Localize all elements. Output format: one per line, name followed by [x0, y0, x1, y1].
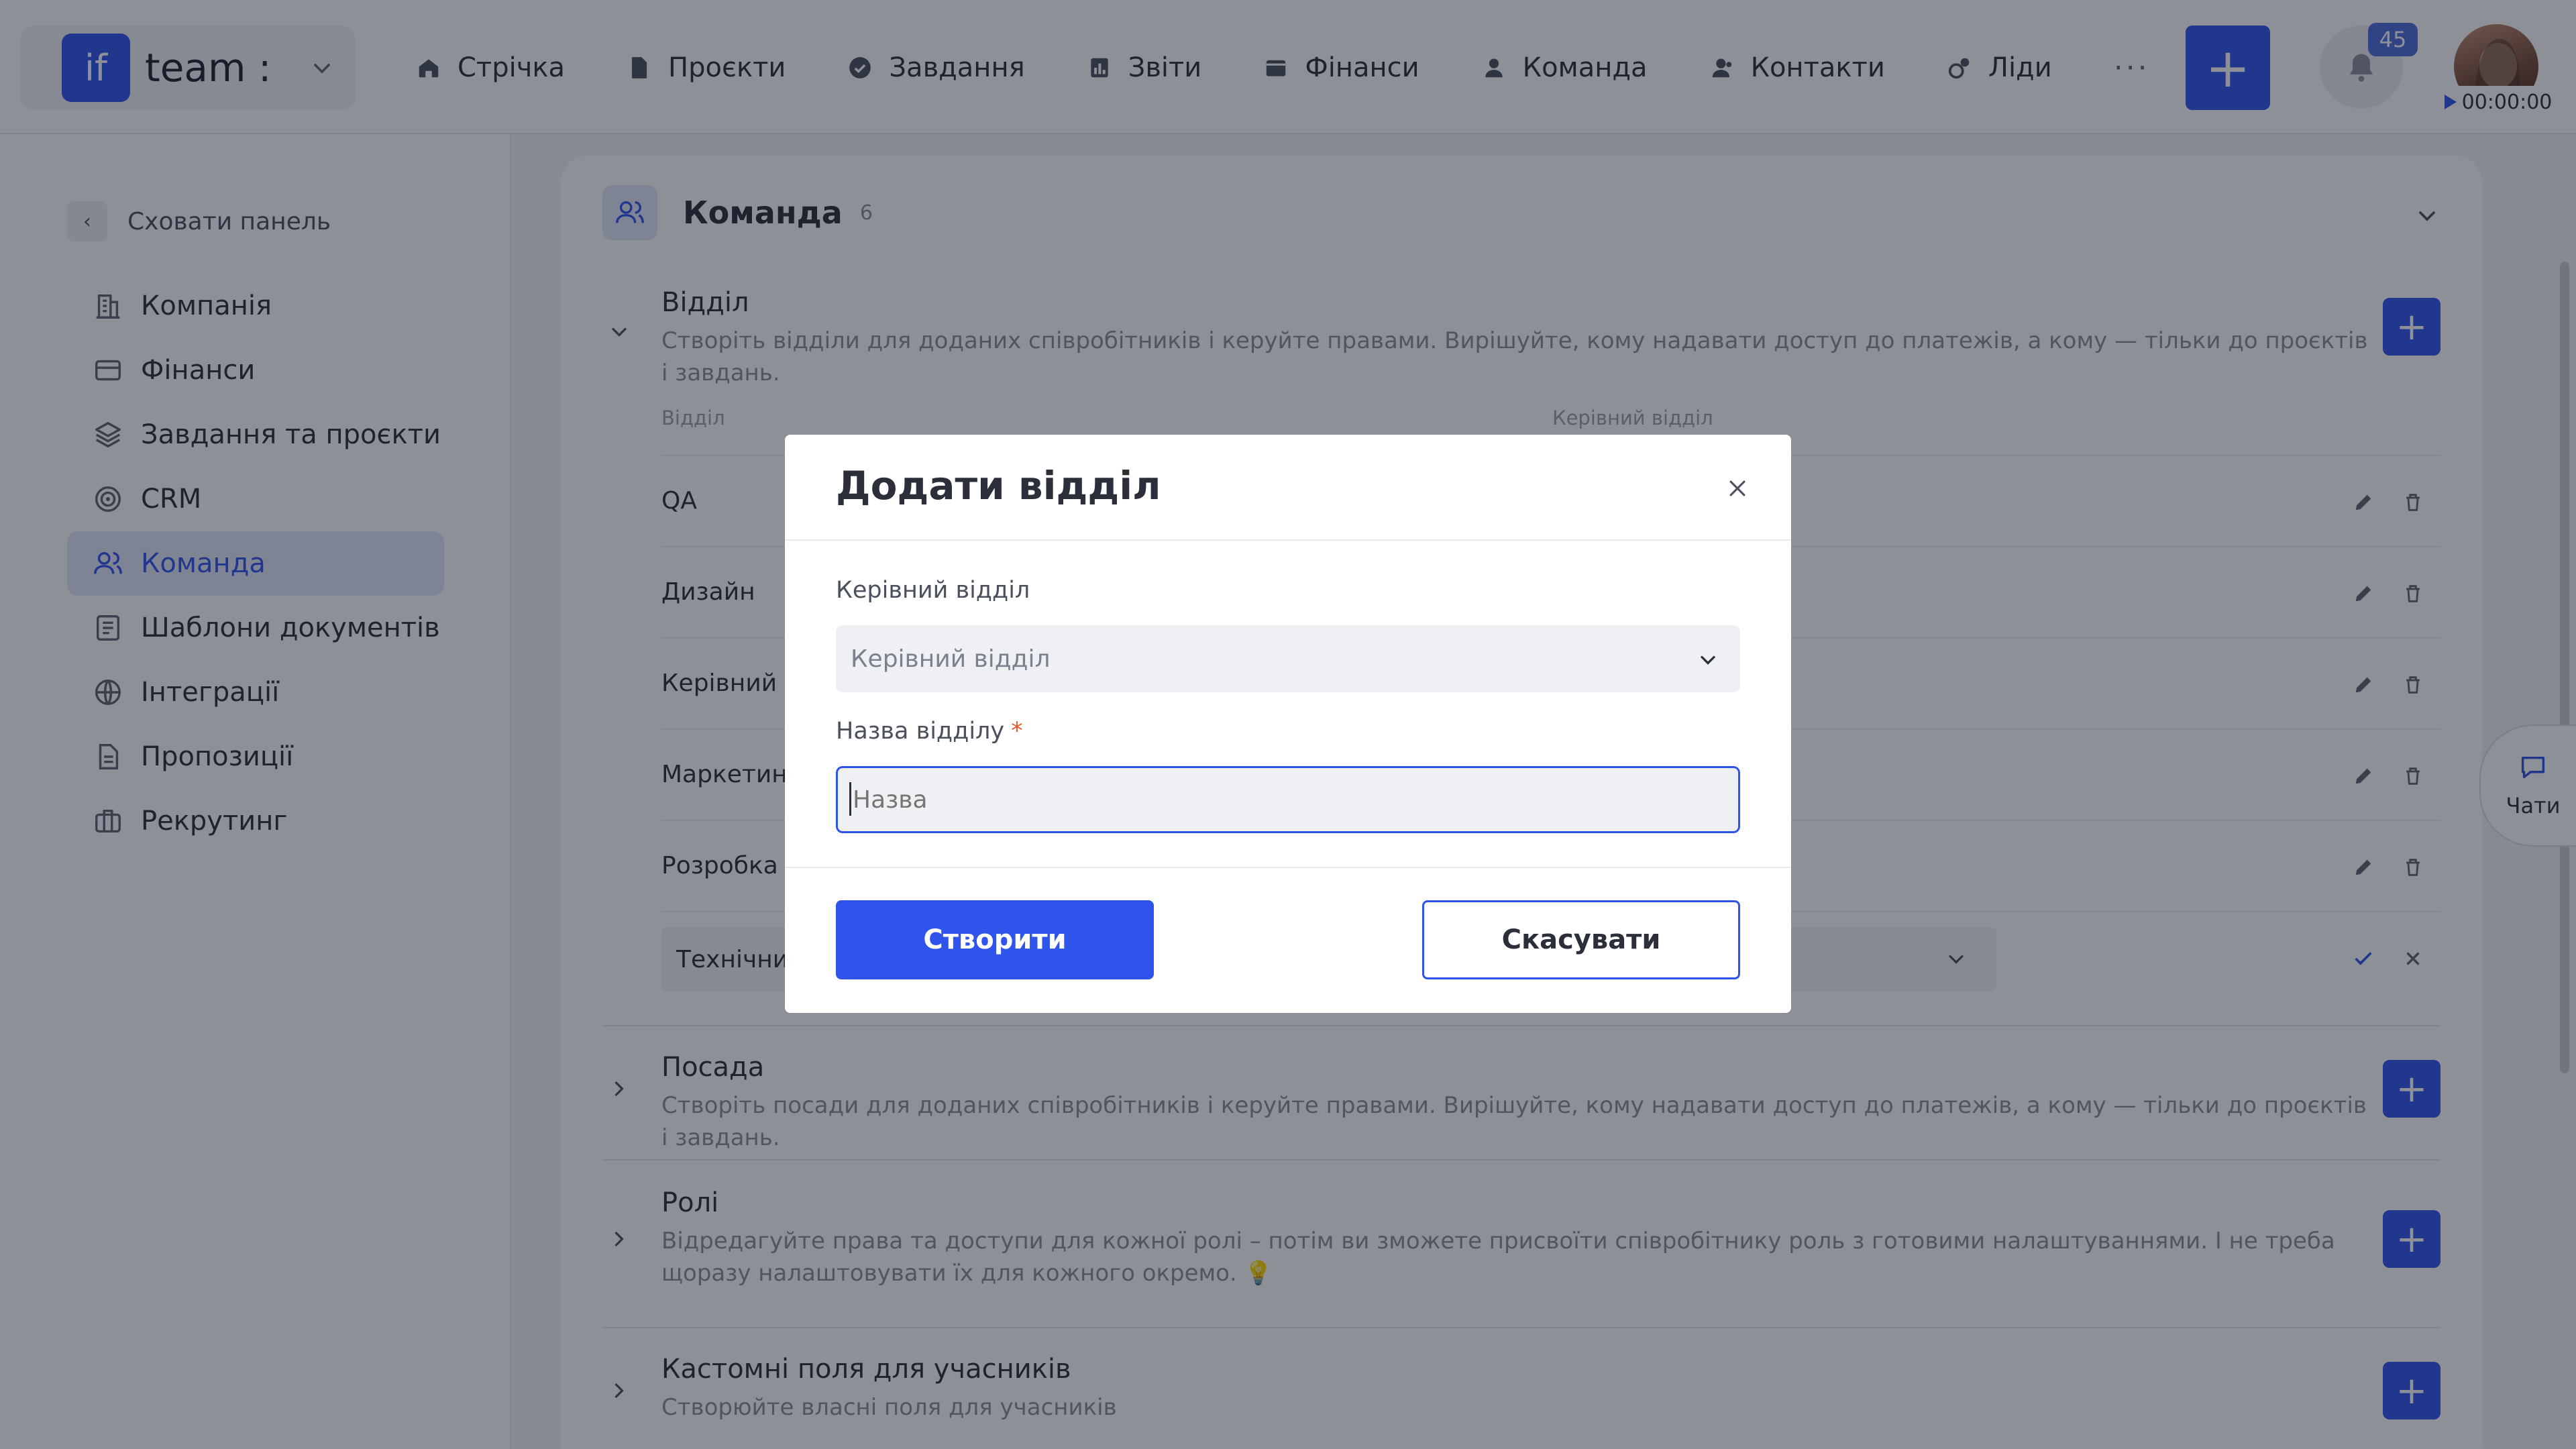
department-name-input[interactable]	[836, 766, 1740, 833]
chevron-down-icon	[1701, 655, 1715, 665]
cancel-button[interactable]: Скасувати	[1422, 900, 1740, 979]
modal-divider	[785, 539, 1791, 541]
parent-department-label: Керівний відділ	[836, 577, 1030, 604]
text-cursor	[849, 782, 851, 816]
close-icon[interactable]	[1721, 472, 1754, 504]
department-name-label: Назва відділу *	[836, 718, 1023, 745]
modal-title: Додати відділ	[836, 463, 1161, 508]
modal-divider	[785, 867, 1791, 868]
parent-department-select[interactable]: Керівний відділ	[836, 625, 1740, 692]
required-mark: *	[1011, 718, 1023, 745]
add-department-modal: Додати відділ Керівний відділ Керівний в…	[785, 435, 1791, 1013]
create-button[interactable]: Створити	[836, 900, 1154, 979]
parent-department-placeholder: Керівний відділ	[851, 645, 1051, 673]
department-name-label-text: Назва відділу	[836, 718, 1005, 745]
